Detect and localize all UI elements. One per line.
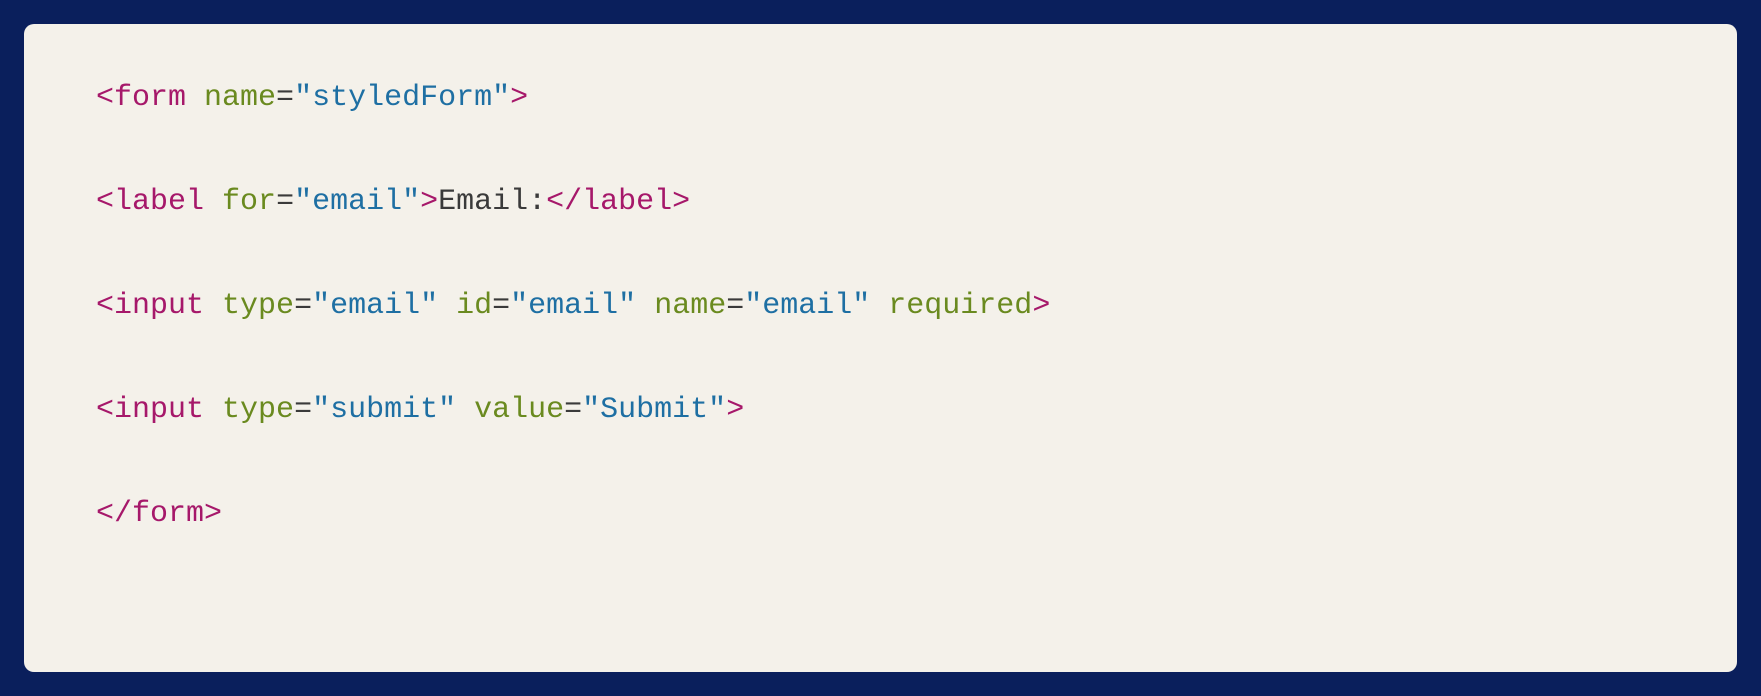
code-token: <input xyxy=(96,393,204,427)
code-line: <form name="styledForm"> xyxy=(96,80,1665,116)
code-line: <input type="email" id="email" name="ema… xyxy=(96,288,1665,324)
code-token xyxy=(204,289,222,323)
code-token: "submit" xyxy=(312,393,456,427)
code-token xyxy=(438,289,456,323)
code-token: = xyxy=(294,393,312,427)
code-token: > xyxy=(1032,289,1050,323)
code-line: <input type="submit" value="Submit"> xyxy=(96,392,1665,428)
code-token: > xyxy=(420,185,438,219)
code-token: "Submit" xyxy=(582,393,726,427)
code-token: </label> xyxy=(546,185,690,219)
code-token: value xyxy=(474,393,564,427)
code-token: "email" xyxy=(510,289,636,323)
code-token xyxy=(456,393,474,427)
code-token xyxy=(870,289,888,323)
code-token: = xyxy=(294,289,312,323)
code-token: <label xyxy=(96,185,204,219)
code-token: = xyxy=(276,81,294,115)
code-token: = xyxy=(564,393,582,427)
code-token: "email" xyxy=(744,289,870,323)
code-token: <form xyxy=(96,81,186,115)
code-token: > xyxy=(510,81,528,115)
code-token: for xyxy=(222,185,276,219)
code-token: type xyxy=(222,393,294,427)
code-token: name xyxy=(654,289,726,323)
code-token: "email" xyxy=(312,289,438,323)
code-token: Email: xyxy=(438,185,546,219)
code-block: <form name="styledForm"><label for="emai… xyxy=(96,80,1665,532)
code-token xyxy=(204,393,222,427)
code-token: = xyxy=(492,289,510,323)
code-line: <label for="email">Email:</label> xyxy=(96,184,1665,220)
code-line: </form> xyxy=(96,496,1665,532)
code-token: > xyxy=(726,393,744,427)
code-token xyxy=(186,81,204,115)
code-token: = xyxy=(276,185,294,219)
code-token xyxy=(636,289,654,323)
code-token: <input xyxy=(96,289,204,323)
code-token: "email" xyxy=(294,185,420,219)
code-token: = xyxy=(726,289,744,323)
code-token xyxy=(204,185,222,219)
code-token: name xyxy=(204,81,276,115)
code-token: required xyxy=(888,289,1032,323)
code-token: type xyxy=(222,289,294,323)
code-token: "styledForm" xyxy=(294,81,510,115)
code-token: id xyxy=(456,289,492,323)
code-token: </form> xyxy=(96,497,222,531)
code-panel: <form name="styledForm"><label for="emai… xyxy=(24,24,1737,672)
